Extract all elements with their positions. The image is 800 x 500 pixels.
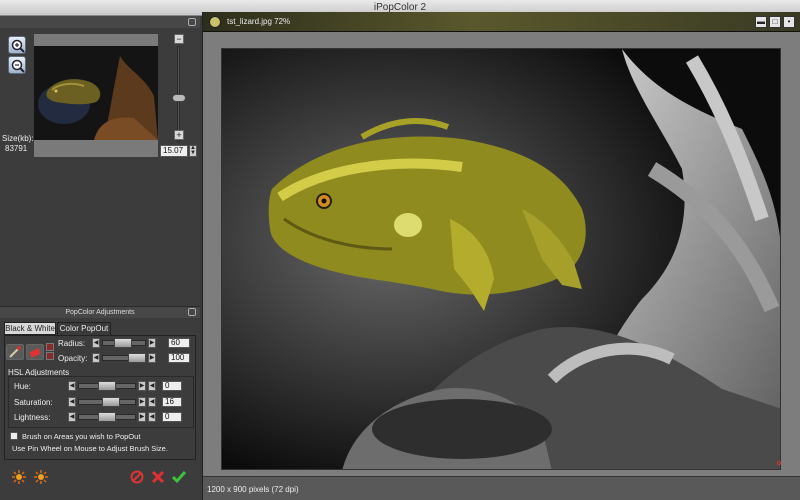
saturation-slider[interactable]: ◀ ▶ ◀ — [68, 397, 158, 407]
lightness-left-arrow[interactable]: ◀ — [68, 412, 76, 422]
apply-check-icon[interactable] — [172, 470, 186, 484]
canvas-marker — [777, 461, 781, 465]
zoom-in-icon — [11, 39, 25, 53]
saturation-right-arrow[interactable]: ▶ — [138, 397, 146, 407]
preview-frame — [34, 34, 158, 157]
opacity-right-arrow[interactable]: ▶ — [148, 353, 156, 363]
opacity-slider[interactable]: ◀ ▶ — [92, 353, 168, 363]
opacity-thumb[interactable] — [128, 353, 146, 363]
image-window-titlebar: tst_lizard.jpg 72% ▬ □ • — [203, 12, 800, 32]
eraser-tool-button[interactable] — [26, 344, 44, 360]
radius-value[interactable]: 60 — [168, 338, 190, 348]
tab-black-white[interactable]: Black & White — [4, 322, 56, 335]
zoom-out-button[interactable] — [8, 56, 26, 74]
opacity-left-arrow[interactable]: ◀ — [92, 353, 100, 363]
hue-end-arrow[interactable]: ◀ — [148, 381, 156, 391]
image-window: tst_lizard.jpg 72% ▬ □ • 1200 x 900 pixe… — [202, 12, 800, 500]
reset-icon[interactable] — [130, 470, 144, 484]
zoom-stepper[interactable]: ▲ ▼ — [189, 145, 197, 157]
lizard-thumbnail — [34, 46, 158, 140]
zoom-plus-button[interactable]: + — [174, 130, 184, 140]
maximize-button[interactable]: □ — [769, 16, 781, 28]
image-canvas[interactable] — [221, 48, 781, 470]
hue-thumb[interactable] — [98, 381, 116, 391]
zoom-minus-button[interactable]: − — [174, 34, 184, 44]
sunburst-alt-icon[interactable] — [34, 470, 48, 484]
opacity-value[interactable]: 100 — [168, 353, 190, 363]
sunburst-icon[interactable] — [12, 470, 26, 484]
brush-tool-button[interactable] — [6, 344, 24, 360]
hue-value[interactable]: 0 — [162, 381, 182, 391]
zoom-slider[interactable]: − + — [172, 34, 186, 157]
option-b-icon[interactable] — [46, 352, 54, 360]
size-value: 83791 — [5, 144, 28, 153]
brush-popout-label: Brush on Areas you wish to PopOut — [22, 432, 141, 441]
lightness-value[interactable]: 0 — [162, 412, 182, 422]
radius-right-arrow[interactable]: ▶ — [148, 338, 156, 348]
option-a-icon[interactable] — [46, 343, 54, 351]
lightness-slider[interactable]: ◀ ▶ ◀ — [68, 412, 158, 422]
brush-popout-checkbox[interactable] — [10, 432, 18, 440]
adjustments-header: PopColor Adjustments — [0, 306, 200, 318]
saturation-value[interactable]: 16 — [162, 397, 182, 407]
hue-right-arrow[interactable]: ▶ — [138, 381, 146, 391]
preview-header — [0, 16, 200, 28]
cancel-icon[interactable] — [151, 470, 165, 484]
saturation-end-arrow[interactable]: ◀ — [148, 397, 156, 407]
status-bar: 1200 x 900 pixels (72 dpi) — [203, 476, 800, 500]
minimize-button[interactable]: ▬ — [755, 16, 767, 28]
hue-slider[interactable]: ◀ ▶ ◀ — [68, 381, 158, 391]
zoom-in-button[interactable] — [8, 36, 26, 54]
lightness-thumb[interactable] — [98, 412, 116, 422]
size-label: Size(kb): — [2, 134, 34, 143]
image-info: 1200 x 900 pixels (72 dpi) — [207, 485, 299, 494]
zoom-slider-knob[interactable] — [172, 94, 186, 102]
hue-left-arrow[interactable]: ◀ — [68, 381, 76, 391]
image-window-title: tst_lizard.jpg 72% — [227, 17, 291, 26]
hue-label: Hue: — [14, 382, 31, 391]
close-button[interactable]: • — [783, 16, 795, 28]
thumbnail-image[interactable] — [34, 46, 158, 140]
saturation-left-arrow[interactable]: ◀ — [68, 397, 76, 407]
saturation-label: Saturation: — [14, 398, 53, 407]
lightness-end-arrow[interactable]: ◀ — [148, 412, 156, 422]
zoom-out-icon — [11, 59, 25, 73]
adjustments-detach-icon[interactable] — [188, 308, 196, 316]
eraser-icon — [29, 348, 41, 358]
opacity-label: Opacity: — [58, 354, 88, 363]
zoom-field[interactable]: 15.07 — [160, 145, 188, 157]
pinwheel-hint: Use Pin Wheel on Mouse to Adjust Brush S… — [12, 444, 168, 453]
lizard-photo — [222, 49, 780, 469]
radius-slider[interactable]: ◀ ▶ — [92, 338, 168, 348]
radius-label: Radius: — [58, 339, 86, 348]
lightness-label: Lightness: — [14, 413, 51, 422]
brush-icon — [9, 346, 21, 358]
saturation-thumb[interactable] — [102, 397, 120, 407]
document-icon — [209, 16, 221, 28]
radius-thumb[interactable] — [114, 338, 132, 348]
detach-icon[interactable] — [188, 18, 196, 26]
tab-color-popout[interactable]: Color PopOut — [57, 322, 111, 335]
lightness-right-arrow[interactable]: ▶ — [138, 412, 146, 422]
radius-left-arrow[interactable]: ◀ — [92, 338, 100, 348]
